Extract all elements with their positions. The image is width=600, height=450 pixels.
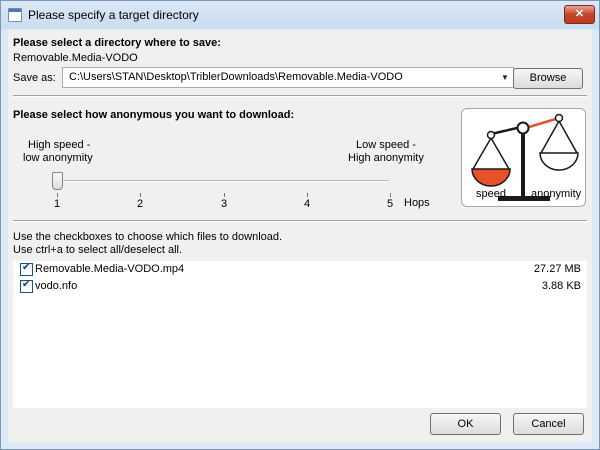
ok-button[interactable]: OK: [430, 413, 501, 435]
dropdown-arrow-icon[interactable]: ▼: [497, 68, 513, 87]
high-speed-label-line1: High speed -: [28, 139, 91, 151]
slider-thumb[interactable]: [52, 172, 63, 190]
file-name: vodo.nfo: [35, 280, 78, 292]
slider-track[interactable]: [53, 180, 389, 182]
low-speed-label-line1: Low speed -: [356, 139, 416, 151]
slider-tick: [224, 193, 225, 197]
file-list[interactable]: Removable.Media-VODO.mp4 27.27 MB vodo.n…: [13, 261, 587, 408]
slider-tick-label: 4: [303, 198, 311, 210]
cancel-button[interactable]: Cancel: [513, 413, 584, 435]
browse-button[interactable]: Browse: [513, 68, 583, 89]
window-icon: [8, 8, 22, 22]
anonymity-heading: Please select how anonymous you want to …: [13, 109, 295, 121]
title-bar[interactable]: Please specify a target directory ✕: [1, 1, 599, 29]
save-path-combobox[interactable]: C:\Users\STAN\Desktop\TriblerDownloads\R…: [62, 67, 514, 88]
files-instruction-line2: Use ctrl+a to select all/deselect all.: [13, 244, 183, 256]
low-speed-label-line2: High anonymity: [348, 152, 424, 164]
anonymity-label: anonymity: [531, 188, 582, 200]
separator: [13, 220, 587, 222]
file-checkbox[interactable]: [20, 262, 33, 276]
dialog-body: Please select a directory where to save:…: [8, 30, 592, 442]
slider-tick: [390, 193, 391, 197]
speed-anonymity-scale-logo: speed anonymity: [461, 108, 586, 207]
dialog-window: Please specify a target directory ✕ Plea…: [0, 0, 600, 450]
download-name: Removable.Media-VODO: [13, 52, 138, 64]
file-list-item[interactable]: vodo.nfo 3.88 KB: [13, 278, 587, 295]
separator: [13, 95, 587, 97]
slider-tick-label: 5: [386, 198, 394, 210]
save-path-value: C:\Users\STAN\Desktop\TriblerDownloads\R…: [69, 71, 403, 83]
close-button[interactable]: ✕: [564, 5, 595, 24]
file-checkbox[interactable]: [20, 279, 33, 293]
slider-tick-label: 3: [220, 198, 228, 210]
slider-tick-label: 2: [136, 198, 144, 210]
slider-tick: [140, 193, 141, 197]
slider-tick-label: 1: [53, 198, 61, 210]
file-size: 3.88 KB: [541, 280, 581, 292]
close-icon: ✕: [574, 8, 585, 20]
save-as-label: Save as:: [13, 72, 56, 84]
window-title: Please specify a target directory: [28, 8, 199, 22]
hops-label: Hops: [404, 197, 430, 209]
speed-label: speed: [476, 188, 506, 200]
file-list-item[interactable]: Removable.Media-VODO.mp4 27.27 MB: [13, 261, 587, 278]
files-instruction-line1: Use the checkboxes to choose which files…: [13, 231, 283, 243]
slider-tick: [57, 193, 58, 197]
high-speed-label-line2: low anonymity: [23, 152, 93, 164]
slider-tick: [307, 193, 308, 197]
file-name: Removable.Media-VODO.mp4: [35, 263, 185, 275]
save-heading: Please select a directory where to save:: [13, 37, 221, 49]
file-size: 27.27 MB: [533, 263, 581, 275]
